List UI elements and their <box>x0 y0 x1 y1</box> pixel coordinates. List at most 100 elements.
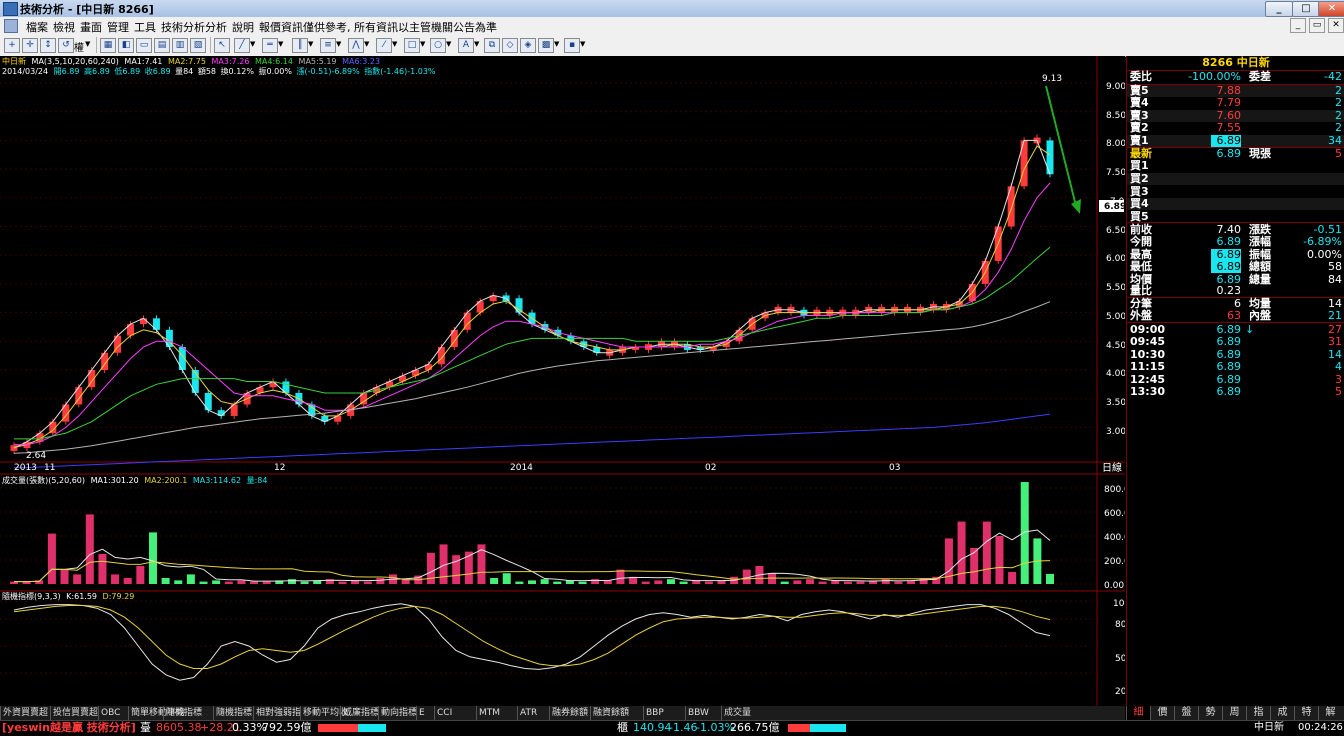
volume-bar[interactable] <box>881 579 890 584</box>
indicator-tab[interactable]: ATR <box>517 706 549 720</box>
trade-row[interactable]: 10:30 6.89 14 <box>1127 348 1344 361</box>
volume-bar[interactable] <box>376 578 385 584</box>
volume-bar[interactable] <box>161 578 170 584</box>
volume-bar[interactable] <box>212 580 221 584</box>
chart-svg[interactable]: 9.00 8.50 8.00 7.50 6.50 6.00 5.50 5.00 … <box>0 56 1136 706</box>
adjust-dropdown[interactable]: 權 <box>74 39 84 54</box>
menu-tools[interactable]: 工具 <box>134 19 156 35</box>
rectangle-tool-icon[interactable]: □ <box>404 38 420 53</box>
volume-bar[interactable] <box>98 554 107 584</box>
indicator-tab[interactable]: 外資買賣超 <box>0 706 50 720</box>
bid-row[interactable]: 買4 <box>1127 198 1344 211</box>
chevron-down-icon[interactable]: ▼ <box>278 40 283 48</box>
volume-bar[interactable] <box>616 569 625 584</box>
volume-bar[interactable] <box>60 569 69 584</box>
move-icon[interactable]: ↕ <box>40 38 56 53</box>
mdi-close-button[interactable]: ✕ <box>1328 18 1344 33</box>
mdi-minimize-button[interactable]: _ <box>1290 18 1306 33</box>
right-tab[interactable]: 盤 <box>1174 706 1198 720</box>
volume-bar[interactable] <box>995 536 1004 584</box>
volume-bar[interactable] <box>123 578 132 584</box>
volume-bar[interactable] <box>894 581 903 584</box>
indicator-tab[interactable]: MTM <box>476 706 517 720</box>
volume-bar[interactable] <box>136 566 145 584</box>
volume-bar[interactable] <box>970 548 979 584</box>
close-button[interactable]: ✕ <box>1318 1 1344 17</box>
ask-row[interactable]: 賣1 6.89 34 <box>1127 134 1344 147</box>
eraser-icon[interactable]: ◇ <box>502 38 518 53</box>
volume-bar[interactable] <box>768 573 777 584</box>
chevron-down-icon[interactable]: ▼ <box>85 40 90 48</box>
volume-bar[interactable] <box>262 581 271 584</box>
volume-bar[interactable] <box>679 581 688 584</box>
volume-bar[interactable] <box>818 581 827 584</box>
window-icon[interactable]: ▭ <box>136 38 152 53</box>
indicator-tab[interactable]: 成交量 <box>721 706 771 720</box>
volume-bar[interactable] <box>338 581 347 584</box>
minimize-button[interactable]: _ <box>1265 1 1293 17</box>
copy-icon[interactable]: ⧉ <box>484 38 500 53</box>
volume-bar[interactable] <box>250 581 259 584</box>
volume-bar[interactable] <box>452 555 461 584</box>
fan-tool-icon[interactable]: ⋀ <box>348 38 364 53</box>
indicator-tab[interactable]: E <box>416 706 434 720</box>
menu-file[interactable]: 檔案 <box>26 19 48 35</box>
chevron-down-icon[interactable]: ▼ <box>420 40 425 48</box>
text-tool-icon[interactable]: A <box>458 38 474 53</box>
crosshair-icon[interactable]: ✛ <box>22 38 38 53</box>
volume-bar[interactable] <box>287 579 296 584</box>
trade-row[interactable]: 09:00 6.89 ↓ 27 <box>1127 324 1344 336</box>
volume-bar[interactable] <box>578 581 587 584</box>
right-tab[interactable]: 成 <box>1270 706 1294 720</box>
line-tool-icon[interactable]: ╱ <box>234 38 250 53</box>
volume-bar[interactable] <box>186 574 195 584</box>
indicator-tab[interactable]: 投信買賣超 <box>50 706 98 720</box>
right-tab[interactable]: 周 <box>1222 706 1246 720</box>
save-icon[interactable]: ▪ <box>564 38 580 53</box>
volume-bar[interactable] <box>1020 482 1029 584</box>
menu-manage[interactable]: 管理 <box>107 19 129 35</box>
chevron-down-icon[interactable]: ▼ <box>250 40 255 48</box>
menu-help[interactable]: 說明 <box>232 19 254 35</box>
chevron-down-icon[interactable]: ▼ <box>308 40 313 48</box>
bid-row[interactable]: 買2 <box>1127 172 1344 185</box>
ask-row[interactable]: 賣3 7.60 2 <box>1127 109 1344 122</box>
panel-icon[interactable]: ▥ <box>172 38 188 53</box>
mdi-restore-button[interactable]: ▭ <box>1309 18 1325 33</box>
volume-bar[interactable] <box>490 578 499 584</box>
indicator-tab[interactable]: 移動平均收 <box>300 706 348 720</box>
volume-bar[interactable] <box>111 574 120 584</box>
volume-bar[interactable] <box>515 581 524 584</box>
parallel-tool-icon[interactable]: ≡ <box>320 38 336 53</box>
right-tab[interactable]: 勢 <box>1198 706 1222 720</box>
volume-bar[interactable] <box>957 521 966 584</box>
indicator-tab[interactable]: 融資餘額 <box>590 706 643 720</box>
period-label[interactable]: 日線 <box>1102 461 1122 474</box>
ask-row[interactable]: 賣5 7.88 2 <box>1127 85 1344 97</box>
chevron-down-icon[interactable]: ▼ <box>554 40 559 48</box>
reset-icon[interactable]: ↺ <box>58 38 74 53</box>
volume-bar[interactable] <box>780 581 789 584</box>
chart-area[interactable]: 9.00 8.50 8.00 7.50 6.50 6.00 5.50 5.00 … <box>0 56 1136 706</box>
volume-bar[interactable] <box>85 514 94 584</box>
layout-icon[interactable]: ▤ <box>154 38 170 53</box>
indicator-icon[interactable]: ▩ <box>538 38 554 53</box>
indicator-tab[interactable]: 相對強弱指 <box>253 706 301 720</box>
volume-bar[interactable] <box>363 581 372 584</box>
hline-tool-icon[interactable]: ═ <box>262 38 278 53</box>
volume-bar[interactable] <box>666 579 675 584</box>
ask-row[interactable]: 賣4 7.79 2 <box>1127 97 1344 109</box>
volume-bar[interactable] <box>148 532 157 584</box>
indicator-tab[interactable]: 動向指標 <box>378 706 417 720</box>
clear-icon[interactable]: ◈ <box>520 38 536 53</box>
ellipse-tool-icon[interactable]: ○ <box>430 38 446 53</box>
chevron-down-icon[interactable]: ▼ <box>474 40 479 48</box>
right-tab[interactable]: 細 <box>1126 706 1150 720</box>
grid-icon[interactable]: ▦ <box>100 38 116 53</box>
volume-bar[interactable] <box>654 580 663 584</box>
volume-bar[interactable] <box>1008 572 1017 584</box>
document-icon[interactable] <box>4 19 18 33</box>
ask-row[interactable]: 賣2 7.55 2 <box>1127 122 1344 134</box>
volume-bar[interactable] <box>856 581 865 584</box>
right-tab[interactable]: 指 <box>1246 706 1270 720</box>
